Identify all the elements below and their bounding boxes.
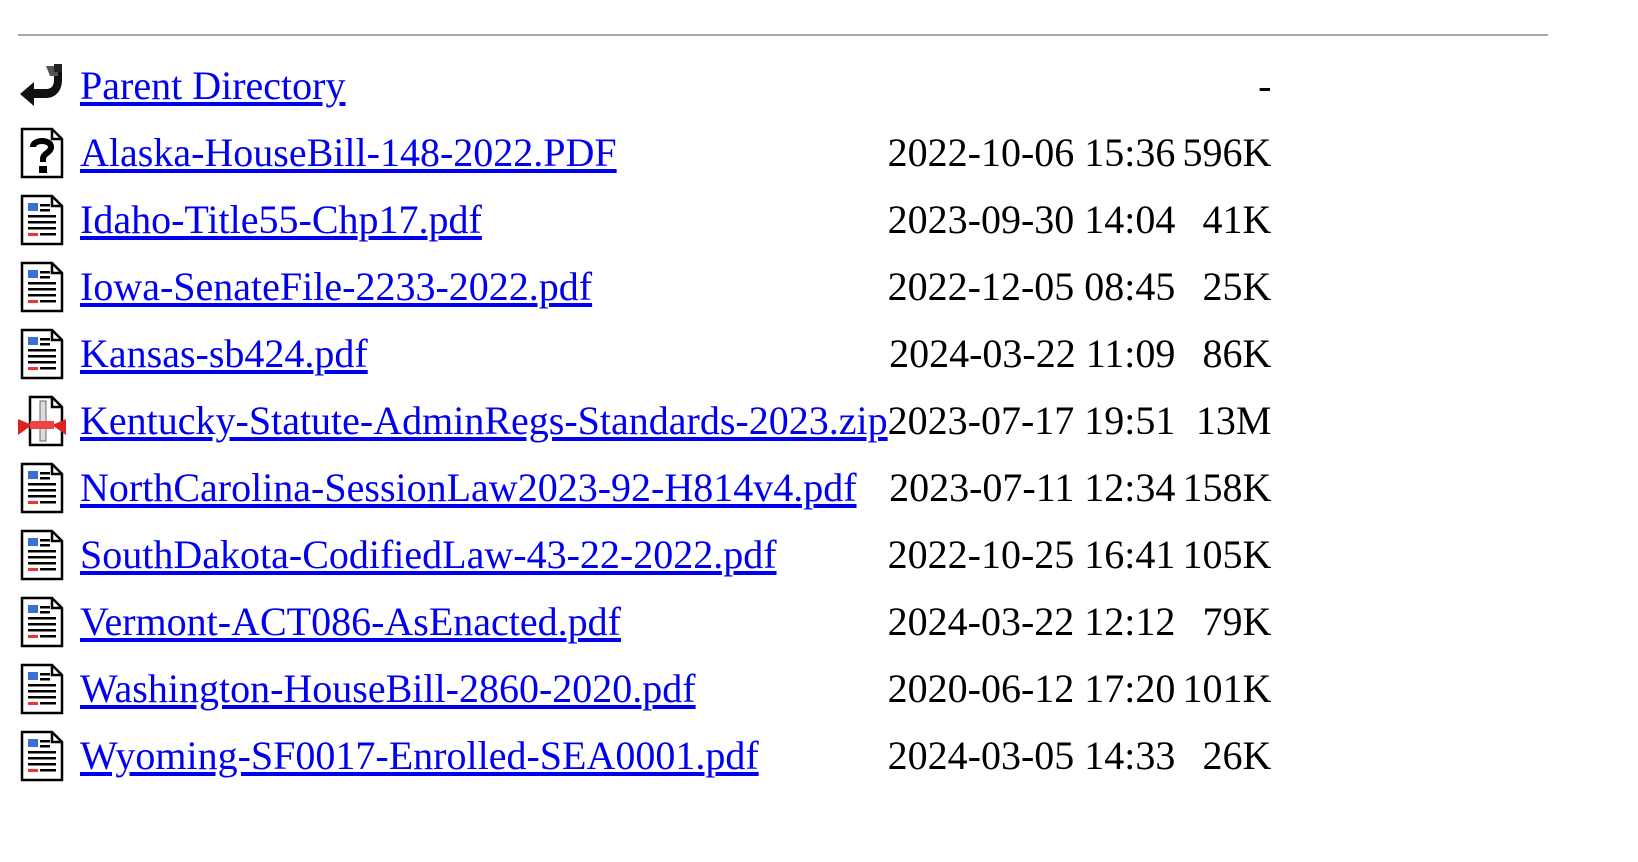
file-link[interactable]: Idaho-Title55-Chp17.pdf (80, 197, 482, 242)
document-icon (20, 663, 64, 714)
name-cell: Washington-HouseBill-2860-2020.pdf (80, 655, 888, 722)
file-size: 41K (1202, 196, 1272, 242)
name-cell: Iowa-SenateFile-2233-2022.pdf (80, 253, 888, 320)
file-row: Idaho-Title55-Chp17.pdf 2023-09-30 14:04 4… (16, 186, 1271, 253)
name-cell: Alaska-HouseBill-148-2022.PDF (80, 119, 888, 186)
modified-date: 2022-10-06 15:36 (887, 129, 1176, 175)
size-cell: - (1258, 62, 1272, 108)
file-link[interactable]: Iowa-SenateFile-2233-2022.pdf (80, 264, 592, 309)
modified-date: 2020-06-12 17:20 (887, 665, 1176, 711)
modified-date: 2024-03-22 11:09 (889, 330, 1176, 376)
listing-body: Parent Directory - Alaska-HouseBill-148-… (16, 52, 1271, 789)
name-cell: Vermont-ACT086-AsEnacted.pdf (80, 588, 888, 655)
icon-cell (16, 722, 80, 789)
directory-listing: Parent Directory - Alaska-HouseBill-148-… (16, 52, 1271, 789)
modified-date: 2023-09-30 14:04 (887, 196, 1176, 242)
file-row: Kansas-sb424.pdf 2024-03-22 11:09 86K (16, 320, 1271, 387)
document-icon (20, 529, 64, 580)
file-row: Wyoming-SF0017-Enrolled-SEA0001.pdf 2024-… (16, 722, 1271, 789)
name-cell: Parent Directory (80, 52, 888, 119)
file-link[interactable]: Wyoming-SF0017-Enrolled-SEA0001.pdf (80, 733, 759, 778)
file-size: 158K (1182, 464, 1272, 510)
name-cell: Kansas-sb424.pdf (80, 320, 888, 387)
file-link[interactable]: SouthDakota-CodifiedLaw-43-22-2022.pdf (80, 532, 777, 577)
document-icon (20, 596, 64, 647)
name-cell: SouthDakota-CodifiedLaw-43-22-2022.pdf (80, 521, 888, 588)
icon-cell (16, 186, 80, 253)
modified-date: 2023-07-17 19:51 (887, 397, 1176, 443)
file-size: 79K (1202, 598, 1272, 644)
document-icon (20, 730, 64, 781)
horizontal-rule (18, 34, 1548, 36)
icon-cell (16, 253, 80, 320)
file-link[interactable]: Vermont-ACT086-AsEnacted.pdf (80, 599, 621, 644)
icon-cell (16, 52, 80, 119)
file-size: 101K (1182, 665, 1272, 711)
document-icon (20, 194, 64, 245)
modified-date: 2022-10-25 16:41 (887, 531, 1176, 577)
unknown-file-icon (20, 127, 64, 178)
file-size: 86K (1202, 330, 1272, 376)
name-cell: Wyoming-SF0017-Enrolled-SEA0001.pdf (80, 722, 888, 789)
name-cell: NorthCarolina-SessionLaw2023-92-H814v4.p… (80, 454, 888, 521)
file-link[interactable]: Alaska-HouseBill-148-2022.PDF (80, 130, 617, 175)
file-size: 26K (1202, 732, 1272, 778)
icon-cell (16, 454, 80, 521)
parent-directory-link[interactable]: Parent Directory (80, 63, 345, 108)
modified-date: 2024-03-05 14:33 (887, 732, 1176, 778)
file-size: 25K (1202, 263, 1272, 309)
modified-date: 2022-12-05 08:45 (887, 263, 1176, 309)
icon-cell (16, 521, 80, 588)
back-arrow-icon (20, 63, 62, 106)
icon-cell (16, 320, 80, 387)
file-link[interactable]: Kentucky-Statute-AdminRegs-Standards-202… (80, 398, 888, 443)
file-row: Kentucky-Statute-AdminRegs-Standards-202… (16, 387, 1271, 454)
name-cell: Idaho-Title55-Chp17.pdf (80, 186, 888, 253)
modified-date: 2023-07-11 12:34 (889, 464, 1176, 510)
compressed-file-icon (18, 395, 66, 446)
file-link[interactable]: Washington-HouseBill-2860-2020.pdf (80, 666, 696, 711)
parent-directory-row: Parent Directory - (16, 52, 1271, 119)
file-row: NorthCarolina-SessionLaw2023-92-H814v4.p… (16, 454, 1271, 521)
icon-cell (16, 588, 80, 655)
icon-cell (16, 387, 80, 454)
file-row: SouthDakota-CodifiedLaw-43-22-2022.pdf 20… (16, 521, 1271, 588)
file-row: Alaska-HouseBill-148-2022.PDF 2022-10-06 … (16, 119, 1271, 186)
file-size: 596K (1182, 129, 1272, 175)
date-cell (888, 52, 1176, 119)
modified-date: 2024-03-22 12:12 (887, 598, 1176, 644)
icon-cell (16, 655, 80, 722)
file-row: Washington-HouseBill-2860-2020.pdf 2020-0… (16, 655, 1271, 722)
file-row: Vermont-ACT086-AsEnacted.pdf 2024-03-22 1… (16, 588, 1271, 655)
document-icon (20, 328, 64, 379)
file-link[interactable]: NorthCarolina-SessionLaw2023-92-H814v4.p… (80, 465, 857, 510)
file-link[interactable]: Kansas-sb424.pdf (80, 331, 368, 376)
document-icon (20, 261, 64, 312)
file-row: Iowa-SenateFile-2233-2022.pdf 2022-12-05 … (16, 253, 1271, 320)
name-cell: Kentucky-Statute-AdminRegs-Standards-202… (80, 387, 888, 454)
document-icon (20, 462, 64, 513)
file-size: 105K (1182, 531, 1272, 577)
icon-cell (16, 119, 80, 186)
file-size: 13M (1195, 397, 1272, 443)
